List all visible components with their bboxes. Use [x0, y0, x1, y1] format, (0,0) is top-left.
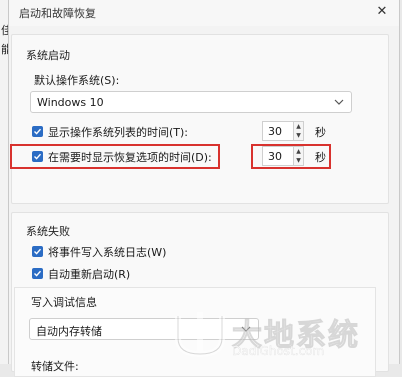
- debug-info-value: 自动内存转储: [36, 325, 102, 338]
- show-os-list-input[interactable]: 30: [262, 121, 294, 141]
- title-bar: 启动和故障恢复 ✕: [9, 0, 399, 26]
- spinner-down-icon[interactable]: ▼: [294, 131, 303, 140]
- system-failure-label: 系统失败: [26, 225, 70, 238]
- debug-info-label: 写入调试信息: [31, 296, 97, 309]
- show-recovery-spinner[interactable]: 30 ▲ ▼: [262, 146, 306, 166]
- spinner-arrows: ▲ ▼: [294, 146, 304, 166]
- dump-file-label: 转储文件:: [31, 360, 79, 373]
- show-os-list-spinner[interactable]: 30 ▲ ▼: [262, 121, 306, 141]
- write-event-checkbox[interactable]: [32, 246, 43, 257]
- auto-restart-checkbox[interactable]: [32, 268, 43, 279]
- checkmark-icon: [34, 128, 42, 135]
- dialog-title: 启动和故障恢复: [19, 7, 96, 20]
- checkmark-icon: [34, 270, 42, 277]
- default-os-value: Windows 10: [37, 96, 104, 109]
- show-os-list-label: 显示操作系统列表的时间(T):: [48, 126, 189, 139]
- system-startup-group: 系统启动 默认操作系统(S): Windows 10 显示操作系统列表的时间(T…: [10, 34, 389, 204]
- checkmark-icon: [34, 248, 42, 255]
- show-recovery-unit: 秒: [315, 151, 326, 164]
- show-recovery-input[interactable]: 30: [262, 146, 294, 166]
- auto-restart-label: 自动重新启动(R): [48, 268, 131, 281]
- system-startup-label: 系统启动: [26, 49, 70, 62]
- default-os-dropdown[interactable]: Windows 10: [30, 91, 352, 113]
- checkmark-icon: [34, 153, 42, 160]
- show-os-list-value: 30: [268, 125, 282, 138]
- spinner-up-icon[interactable]: ▲: [294, 147, 303, 156]
- startup-recovery-dialog: 启动和故障恢复 ✕ 系统启动 默认操作系统(S): Windows 10 显示操…: [8, 0, 400, 377]
- system-failure-group: 系统失败 将事件写入系统日志(W) 自动重新启动(R) 写入调试信息 自动内存转…: [11, 212, 389, 377]
- spinner-arrows: ▲ ▼: [294, 121, 304, 141]
- spinner-up-icon[interactable]: ▲: [294, 122, 303, 131]
- close-button[interactable]: ✕: [371, 2, 393, 22]
- show-recovery-checkbox[interactable]: [32, 151, 43, 162]
- write-event-label: 将事件写入系统日志(W): [48, 246, 167, 259]
- spinner-down-icon[interactable]: ▼: [294, 156, 303, 165]
- chevron-down-icon: [240, 322, 252, 336]
- show-recovery-value: 30: [268, 150, 282, 163]
- show-os-list-unit: 秒: [315, 126, 326, 139]
- debug-info-dropdown[interactable]: 自动内存转储: [29, 318, 259, 340]
- chevron-down-icon: [333, 95, 345, 109]
- show-recovery-label: 在需要时显示恢复选项的时间(D):: [48, 151, 212, 164]
- dialog-body: 系统启动 默认操作系统(S): Windows 10 显示操作系统列表的时间(T…: [9, 26, 399, 377]
- default-os-label: 默认操作系统(S):: [34, 74, 120, 87]
- show-os-list-checkbox[interactable]: [32, 126, 43, 137]
